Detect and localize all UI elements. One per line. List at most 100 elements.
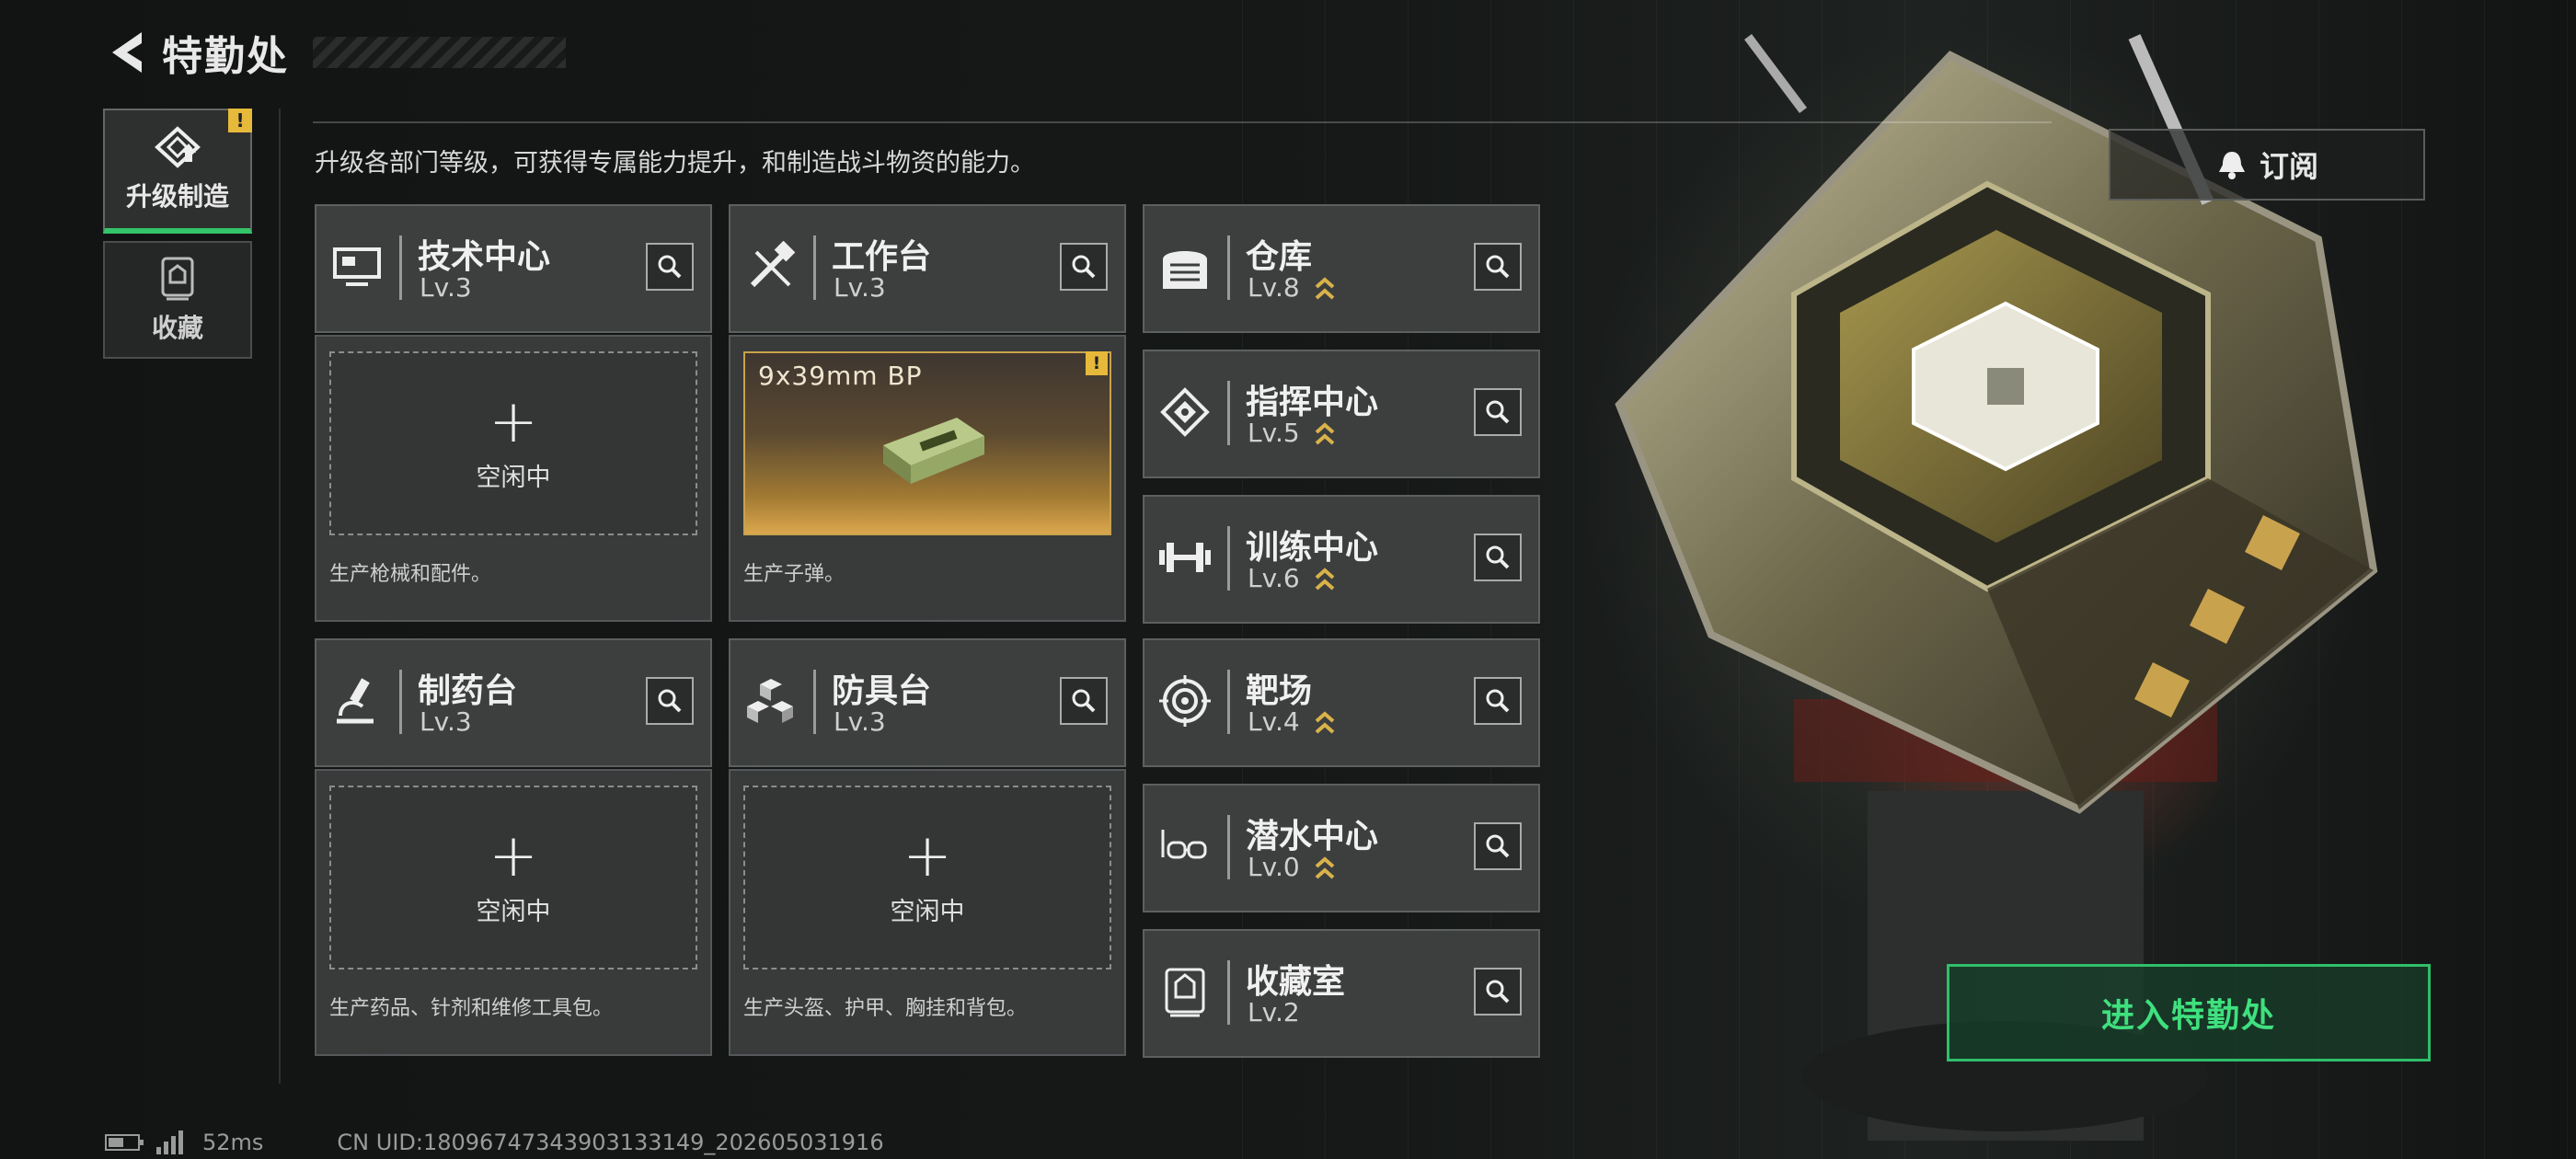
inspect-button[interactable] (1060, 677, 1108, 725)
facility-card-shooting-range[interactable]: 靶场 Lv.4 (1143, 638, 1540, 767)
title-decoration (313, 37, 566, 68)
facility-level: Lv.0 (1248, 852, 1300, 882)
ammo-box-icon (883, 418, 984, 484)
facility-card-warehouse[interactable]: 仓库 Lv.8 (1143, 204, 1540, 333)
production-slot[interactable]: + 空闲中 (743, 786, 1111, 970)
separator (1227, 815, 1230, 879)
signal-icon (156, 1130, 183, 1154)
facility-level: Lv.4 (1248, 706, 1300, 737)
enter-button-label: 进入特勤处 (2100, 997, 2276, 1035)
subscribe-label: 订阅 (2259, 149, 2318, 184)
alert-badge: ! (1086, 351, 1108, 375)
search-icon (1486, 255, 1510, 279)
production-description: 生产子弹。 (743, 563, 845, 586)
facility-level: Lv.3 (420, 272, 472, 303)
separator (1227, 960, 1230, 1025)
facility-level: Lv.3 (834, 272, 886, 303)
separator (1227, 670, 1230, 734)
facility-name: 工作台 (832, 238, 932, 276)
page-description: 升级各部门等级，可获得专属能力提升，和制造战斗物资的能力。 (315, 149, 1035, 178)
facility-name: 潜水中心 (1246, 818, 1379, 855)
upgrade-available-icon (1315, 277, 1335, 300)
dumbbell-icon (1157, 530, 1213, 585)
production-panel-armor: + 空闲中 生产头盔、护甲、胸挂和背包。 (729, 769, 1126, 1056)
facility-level: Lv.8 (1248, 272, 1300, 303)
inspect-button[interactable] (1474, 677, 1522, 725)
facility-level: Lv.3 (420, 706, 472, 737)
inspect-button[interactable] (646, 677, 694, 725)
product-name: 9x39mm BP (758, 361, 923, 391)
divider (313, 121, 2052, 123)
production-slot[interactable]: + 空闲中 (329, 351, 697, 535)
inspect-button[interactable] (1474, 968, 1522, 1016)
facility-card-collection-room[interactable]: 收藏室 Lv.2 (1143, 929, 1540, 1058)
plus-icon: + (903, 821, 952, 890)
inspect-button[interactable] (1474, 534, 1522, 581)
upgrade-available-icon (1315, 711, 1335, 734)
facility-name: 技术中心 (418, 238, 551, 276)
production-panel-tech: + 空闲中 生产枪械和配件。 (315, 335, 712, 622)
production-panel-workbench: 9x39mm BP ! 生产子弹。 (729, 335, 1126, 622)
monitor-icon (329, 239, 385, 294)
subscribe-button[interactable]: 订阅 (2109, 129, 2425, 201)
separator (399, 670, 402, 734)
page-title: 特勤处 (162, 33, 289, 80)
facility-level: Lv.6 (1248, 563, 1300, 593)
search-icon (1486, 834, 1510, 858)
inspect-button[interactable] (1474, 388, 1522, 436)
search-icon (1072, 255, 1096, 279)
tab-collection-label: 收藏 (151, 313, 203, 343)
inspect-button[interactable] (1060, 243, 1108, 291)
diving-mask-icon (1157, 819, 1213, 874)
microscope-icon (329, 673, 385, 729)
inspect-button[interactable] (1474, 822, 1522, 870)
tab-collection[interactable]: 收藏 (103, 241, 252, 359)
production-panel-pharmacy: + 空闲中 生产药品、针剂和维修工具包。 (315, 769, 712, 1056)
back-arrow-icon (112, 32, 142, 73)
production-description: 生产药品、针剂和维修工具包。 (329, 997, 614, 1020)
battery-icon (105, 1134, 144, 1151)
search-icon (1486, 400, 1510, 424)
collection-icon (161, 257, 194, 301)
facility-name: 仓库 (1246, 238, 1313, 276)
trophy-icon (1157, 964, 1213, 1019)
facility-name: 防具台 (832, 672, 932, 710)
back-button[interactable] (101, 27, 153, 78)
production-item-card[interactable]: 9x39mm BP ! (743, 351, 1111, 535)
facility-level: Lv.5 (1248, 418, 1300, 448)
facility-name: 训练中心 (1246, 529, 1379, 567)
separator (1227, 381, 1230, 445)
tab-upgrade-craft[interactable]: 升级制造 ! (103, 109, 252, 234)
production-description: 生产头盔、护甲、胸挂和背包。 (743, 997, 1028, 1020)
facility-card-training-center[interactable]: 训练中心 Lv.6 (1143, 495, 1540, 624)
chip-icon (1157, 384, 1213, 440)
facility-name: 收藏室 (1246, 963, 1346, 1001)
facility-card-command-center[interactable]: 指挥中心 Lv.5 (1143, 350, 1540, 478)
facility-card-pharmacy[interactable]: 制药台 Lv.3 (315, 638, 712, 767)
inspect-button[interactable] (1474, 243, 1522, 291)
header: 特勤处 (101, 24, 289, 81)
warehouse-icon (1157, 239, 1213, 294)
ping-value: 52ms (202, 1130, 264, 1155)
separator (1227, 235, 1230, 300)
production-slot[interactable]: + 空闲中 (329, 786, 697, 970)
facility-name: 靶场 (1246, 672, 1313, 710)
facility-card-workbench[interactable]: 工作台 Lv.3 (729, 204, 1126, 333)
facility-card-tech-center[interactable]: 技术中心 Lv.3 (315, 204, 712, 333)
search-icon (1486, 980, 1510, 1004)
separator (399, 235, 402, 300)
facility-name: 指挥中心 (1246, 384, 1379, 421)
upgrade-available-icon (1315, 568, 1335, 591)
search-icon (1486, 689, 1510, 713)
facility-level: Lv.3 (834, 706, 886, 737)
separator (813, 235, 816, 300)
separator (813, 670, 816, 734)
facility-card-armor[interactable]: 防具台 Lv.3 (729, 638, 1126, 767)
facility-card-diving-center[interactable]: 潜水中心 Lv.0 (1143, 784, 1540, 912)
user-uid: CN UID:18096747343903133149_202605031916 (337, 1130, 884, 1155)
upgrade-available-icon (1315, 422, 1335, 445)
inspect-button[interactable] (646, 243, 694, 291)
enter-special-ops-button[interactable]: 进入特勤处 (1947, 964, 2431, 1061)
facility-level: Lv.2 (1248, 997, 1300, 1027)
alert-badge: ! (228, 109, 252, 132)
